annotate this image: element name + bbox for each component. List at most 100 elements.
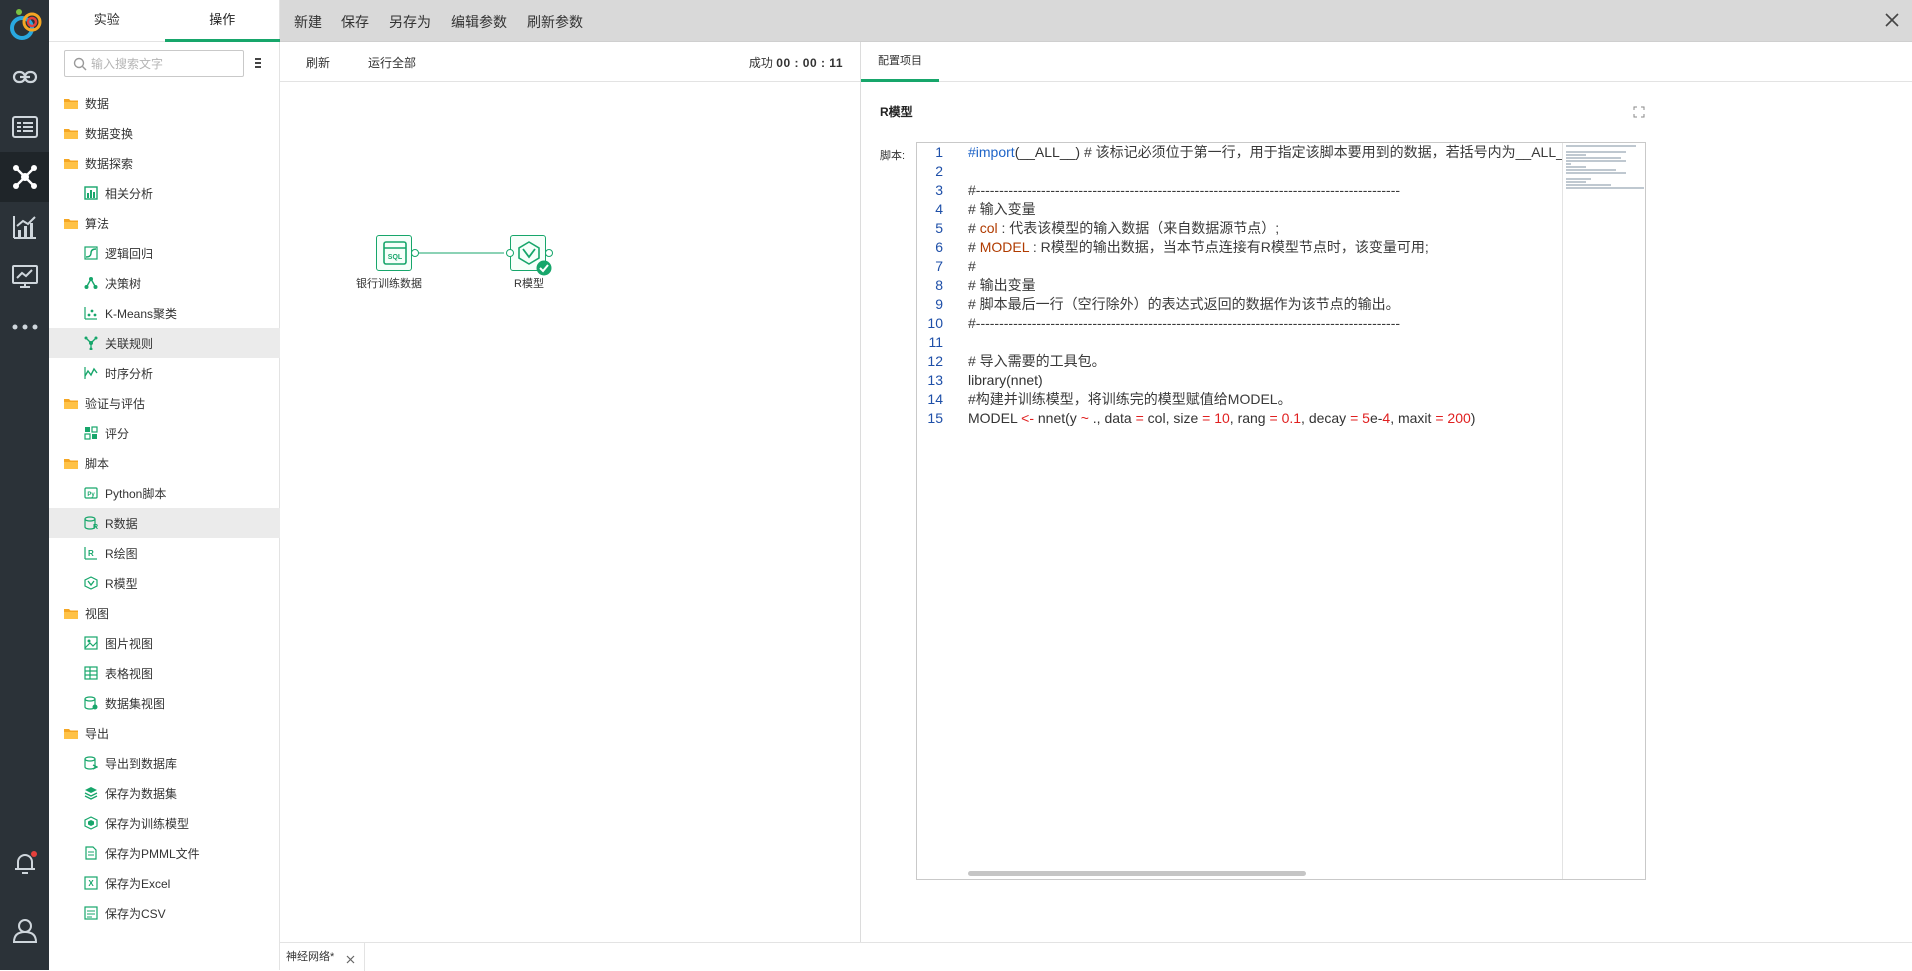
node-bank-training-data[interactable]: SQL	[376, 235, 412, 271]
r-data-icon: R	[83, 516, 99, 530]
svg-text:R: R	[93, 524, 98, 530]
run-all-button[interactable]: 运行全部	[368, 54, 416, 71]
pane-divider[interactable]	[860, 42, 861, 942]
input-port[interactable]	[506, 249, 514, 257]
line-code: # 输入变量	[968, 201, 1036, 217]
code-minimap[interactable]	[1562, 143, 1645, 879]
svg-text:R: R	[88, 549, 94, 558]
save-as-button[interactable]: 另存为	[389, 12, 431, 32]
main-toolbar: 新建 保存 另存为 编辑参数 刷新参数	[280, 0, 1912, 42]
node-r-model[interactable]	[510, 235, 552, 276]
tree-node-label: R数据	[105, 516, 138, 531]
refresh-button[interactable]: 刷新	[306, 54, 330, 71]
code-lines: 1 #import(__ALL__) # 该标记必须位于第一行，用于指定该脚本要用…	[917, 143, 1572, 428]
tree-leaf[interactable]: R R绘图	[49, 538, 280, 568]
tree-leaf[interactable]: 时序分析	[49, 358, 280, 388]
tree-leaf[interactable]: 评分	[49, 418, 280, 448]
workflow-canvas[interactable]: SQL 银行训练数据 R模型	[280, 82, 860, 942]
more-icon[interactable]	[0, 302, 49, 352]
monitor-icon[interactable]	[0, 252, 49, 302]
node-label: R模型	[514, 278, 544, 290]
tab-config-items[interactable]: 配置项目	[861, 42, 939, 82]
user-icon[interactable]	[0, 905, 49, 955]
search-input[interactable]	[91, 54, 239, 73]
output-port[interactable]	[545, 249, 553, 257]
search-box	[64, 50, 244, 77]
line-code: library(nnet)	[968, 372, 1043, 388]
save-button[interactable]: 保存	[341, 12, 369, 32]
tree-folder[interactable]: 算法	[49, 208, 280, 238]
tree-menu-icon[interactable]	[252, 55, 264, 71]
tree-leaf[interactable]: 保存为CSV	[49, 898, 280, 928]
line-number: 7	[935, 258, 943, 274]
tree-leaf[interactable]: 导出到数据库	[49, 748, 280, 778]
tree-leaf[interactable]: 保存为数据集	[49, 778, 280, 808]
code-line: 13 library(nnet)	[917, 371, 1457, 390]
tree-leaf[interactable]: 保存为PMML文件	[49, 838, 280, 868]
tree-folder[interactable]: 验证与评估	[49, 388, 280, 418]
code-line: 11	[917, 333, 1457, 352]
tree-leaf[interactable]: 数据集视图	[49, 688, 280, 718]
link-icon[interactable]	[0, 52, 49, 102]
tree-leaf[interactable]: K-Means聚类	[49, 298, 280, 328]
tree-folder[interactable]: 数据变换	[49, 118, 280, 148]
close-icon[interactable]	[1884, 12, 1900, 28]
workflow-icon[interactable]	[0, 152, 49, 202]
tree-leaf[interactable]: 图片视图	[49, 628, 280, 658]
tab-experiment[interactable]: 实验	[49, 0, 165, 42]
correlation-icon	[83, 186, 99, 200]
code-line: 7 #	[917, 257, 1457, 276]
edit-params-button[interactable]: 编辑参数	[451, 12, 507, 32]
tree-leaf[interactable]: R R数据	[49, 508, 280, 538]
line-number: 6	[935, 239, 943, 255]
tree-folder[interactable]: 脚本	[49, 448, 280, 478]
output-port[interactable]	[411, 249, 419, 257]
minimap-line	[1566, 151, 1626, 153]
tab-operation[interactable]: 操作	[164, 0, 280, 42]
minimap-line	[1566, 163, 1571, 165]
tree-leaf[interactable]: Py Python脚本	[49, 478, 280, 508]
tree-leaf[interactable]: 保存为训练模型	[49, 808, 280, 838]
tree-leaf[interactable]: 相关分析	[49, 178, 280, 208]
code-line: 15 MODEL <- nnet(y ~ ., data = col, size …	[917, 409, 1475, 428]
line-number: 5	[935, 220, 943, 236]
line-code: # 导入需要的工具包。	[968, 353, 1106, 369]
tree-leaf[interactable]: 决策树	[49, 268, 280, 298]
folder-icon	[63, 726, 79, 740]
tree-leaf[interactable]: 表格视图	[49, 658, 280, 688]
code-editor[interactable]: 1 #import(__ALL__) # 该标记必须位于第一行，用于指定该脚本要用…	[916, 142, 1646, 880]
tree-node-label: 导出	[85, 726, 110, 741]
tree-leaf[interactable]: X 保存为Excel	[49, 868, 280, 898]
horizontal-scrollbar[interactable]	[968, 871, 1306, 876]
expand-icon[interactable]	[1633, 106, 1645, 118]
image-view-icon	[83, 636, 99, 650]
tree-leaf[interactable]: 关联规则	[49, 328, 280, 358]
tree-leaf[interactable]: 逻辑回归	[49, 238, 280, 268]
code-line: 1 #import(__ALL__) # 该标记必须位于第一行，用于指定该脚本要用…	[917, 143, 1572, 162]
config-tabs: 配置项目	[861, 42, 1912, 82]
tree-node-label: 决策树	[105, 276, 142, 291]
list-icon[interactable]	[0, 102, 49, 152]
tree-folder[interactable]: 数据	[49, 88, 280, 118]
line-code: MODEL <- nnet(y ~ ., data = col, size = …	[968, 410, 1476, 426]
minimap-line	[1566, 184, 1611, 186]
tree-folder[interactable]: 数据探索	[49, 148, 280, 178]
logo-icon	[6, 4, 46, 44]
minimap-line	[1566, 178, 1591, 180]
tree-folder[interactable]: 导出	[49, 718, 280, 748]
kmeans-icon	[83, 306, 99, 320]
bell-icon[interactable]	[0, 838, 49, 888]
code-line: 2	[917, 162, 1457, 181]
close-tab-icon[interactable]	[346, 952, 355, 964]
refresh-params-button[interactable]: 刷新参数	[527, 12, 583, 32]
chart-icon[interactable]	[0, 202, 49, 252]
code-line: 9 # 脚本最后一行（空行除外）的表达式返回的数据作为该节点的输出。	[917, 295, 1457, 314]
new-button[interactable]: 新建	[294, 12, 322, 32]
python-icon: Py	[83, 486, 99, 500]
tree-leaf[interactable]: R模型	[49, 568, 280, 598]
line-number: 2	[935, 163, 943, 179]
tree-folder[interactable]: 视图	[49, 598, 280, 628]
code-line: 4 # 输入变量	[917, 200, 1457, 219]
line-code: #构建并训练模型，将训练完的模型赋值给MODEL。	[968, 391, 1292, 407]
line-number: 14	[927, 391, 943, 407]
